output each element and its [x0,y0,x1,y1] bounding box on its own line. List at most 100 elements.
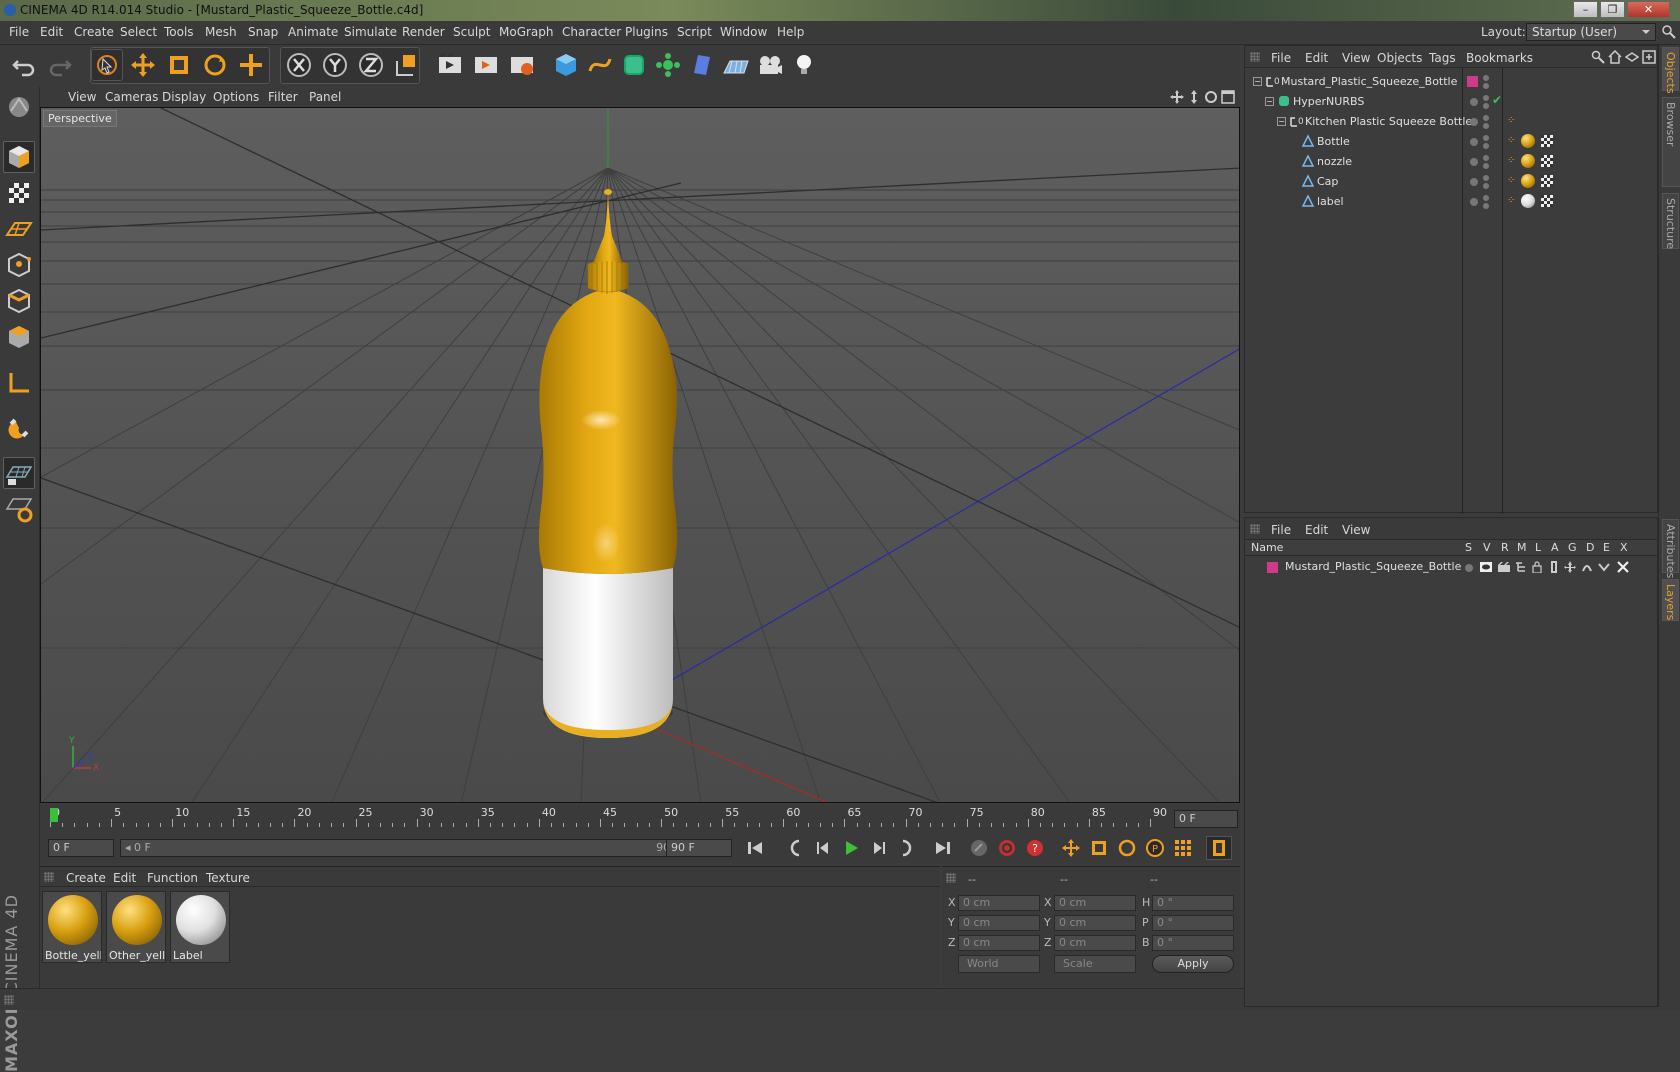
key-pla-icon[interactable] [1170,836,1196,860]
timeline-window-icon[interactable] [1206,836,1232,860]
render-visibility-dot[interactable] [1483,163,1489,169]
position-y-field[interactable]: 0 cm [958,915,1040,931]
panel-grip-icon[interactable] [1250,524,1260,534]
visibility-dot[interactable] [1470,198,1478,206]
rotation-h-field[interactable]: 0 ° [1152,895,1234,911]
editor-visibility-dot[interactable] [1483,135,1489,141]
col-xref[interactable]: X [1620,541,1628,554]
position-z-field[interactable]: 0 cm [958,935,1040,951]
previous-frame-icon[interactable] [810,836,836,860]
key-rotation-icon[interactable] [1114,836,1140,860]
col-generators[interactable]: G [1568,541,1577,554]
material-tag-icon[interactable] [1521,174,1535,188]
array-icon[interactable] [652,49,684,81]
pan-view-icon[interactable] [1170,90,1184,104]
layer-color-swatch[interactable] [1267,562,1278,573]
coordinate-space-select[interactable]: World [958,955,1040,973]
eye-icon[interactable] [1480,562,1492,572]
timeline-playhead[interactable] [50,808,58,822]
undo-icon[interactable] [8,49,40,81]
manager-tree-icon[interactable] [1515,562,1527,572]
lm-menu-file[interactable]: File [1271,523,1291,537]
editor-visibility-dot[interactable] [1483,175,1489,181]
key-position-icon[interactable] [1058,836,1084,860]
panel-grip-icon[interactable] [946,873,956,883]
generator-icon[interactable] [1564,561,1576,573]
animation-filmstrip-icon[interactable] [1550,561,1558,573]
collapse-icon[interactable]: − [1277,117,1286,126]
render-view-icon[interactable] [434,49,466,81]
menu-snap[interactable]: Snap [248,25,278,39]
recent-tool-icon[interactable] [235,49,267,81]
panel-grip-icon[interactable] [4,995,14,1005]
menu-edit[interactable]: Edit [40,25,63,39]
floor-icon[interactable] [720,49,752,81]
render-visibility-dot[interactable] [1483,143,1489,149]
live-selection-icon[interactable] [91,49,123,81]
mat-menu-texture[interactable]: Texture [206,871,250,885]
menu-window[interactable]: Window [720,25,767,39]
object-row[interactable]: nozzle ⁘ [1245,152,1657,172]
range-slider[interactable]: ◂ 0 F 90 F ▸ [120,839,696,857]
render-visibility-dot[interactable] [1483,123,1489,129]
collapse-icon[interactable]: − [1265,97,1274,106]
planar-workplane-icon[interactable] [3,493,35,525]
keyframe-help-icon[interactable]: ? [1022,836,1048,860]
expression-icon[interactable] [1598,562,1610,572]
end-frame-field[interactable]: 90 F [666,839,732,857]
menu-simulate[interactable]: Simulate [344,25,397,39]
vp-menu-panel[interactable]: Panel [309,90,341,104]
visibility-dot[interactable] [1470,118,1478,126]
axis-mode-icon[interactable] [3,367,35,399]
light-icon[interactable] [788,49,820,81]
snap-magnet-icon[interactable] [3,412,35,444]
om-menu-view[interactable]: View [1342,51,1370,65]
make-editable-icon[interactable] [3,91,35,123]
tab-layers[interactable]: Layers [1662,579,1679,621]
layer-row[interactable]: Mustard_Plastic_Squeeze_Bottle [1245,558,1657,578]
col-manager[interactable]: M [1517,541,1527,554]
menu-render[interactable]: Render [402,25,445,39]
coordinate-system-icon[interactable] [391,49,423,81]
y-axis-lock-icon[interactable] [319,49,351,81]
key-parameter-icon[interactable]: P [1142,836,1168,860]
menu-select[interactable]: Select [120,25,157,39]
vp-menu-view[interactable]: View [68,90,96,104]
render-visibility-dot[interactable] [1483,183,1489,189]
deformer-icon[interactable] [686,49,718,81]
om-menu-file[interactable]: File [1271,51,1291,65]
maximize-view-icon[interactable] [1221,90,1235,104]
size-z-field[interactable]: 0 cm [1054,935,1136,951]
material-tag-icon[interactable] [1521,154,1535,168]
go-to-end-icon[interactable] [930,836,956,860]
start-frame-field[interactable]: 0 F [48,839,114,857]
col-name[interactable]: Name [1251,541,1283,554]
vp-menu-options[interactable]: Options [213,90,259,104]
uvw-tag-icon[interactable] [1541,155,1553,167]
object-row[interactable]: − 0 Mustard_Plastic_Squeeze_Bottle [1245,72,1657,92]
camera-icon[interactable] [754,49,786,81]
col-solo[interactable]: S [1465,541,1472,554]
menu-tools[interactable]: Tools [164,25,194,39]
col-render[interactable]: R [1501,541,1509,554]
col-expressions[interactable]: E [1603,541,1610,554]
menu-sculpt[interactable]: Sculpt [453,25,490,39]
spline-pen-icon[interactable] [584,49,616,81]
workplane-lock-icon[interactable] [3,457,35,489]
go-to-start-icon[interactable] [742,836,768,860]
workplane-mode-icon[interactable] [3,213,35,245]
col-animation[interactable]: A [1551,541,1559,554]
polygons-mode-icon[interactable] [3,321,35,353]
om-menu-edit[interactable]: Edit [1305,51,1328,65]
visibility-dot[interactable] [1470,178,1478,186]
col-view[interactable]: V [1483,541,1491,554]
phong-tag-icon[interactable]: ⁘ [1507,115,1519,127]
size-y-field[interactable]: 0 cm [1054,915,1136,931]
editor-visibility-dot[interactable] [1483,115,1489,121]
layer-color-tag[interactable] [1467,76,1478,87]
coordinate-mode-select[interactable]: Scale [1054,955,1136,973]
rotate-icon[interactable] [199,49,231,81]
phong-tag-icon[interactable]: ⁘ [1507,155,1515,166]
menu-mesh[interactable]: Mesh [205,25,237,39]
layout-select[interactable]: Startup (User) [1526,23,1656,41]
